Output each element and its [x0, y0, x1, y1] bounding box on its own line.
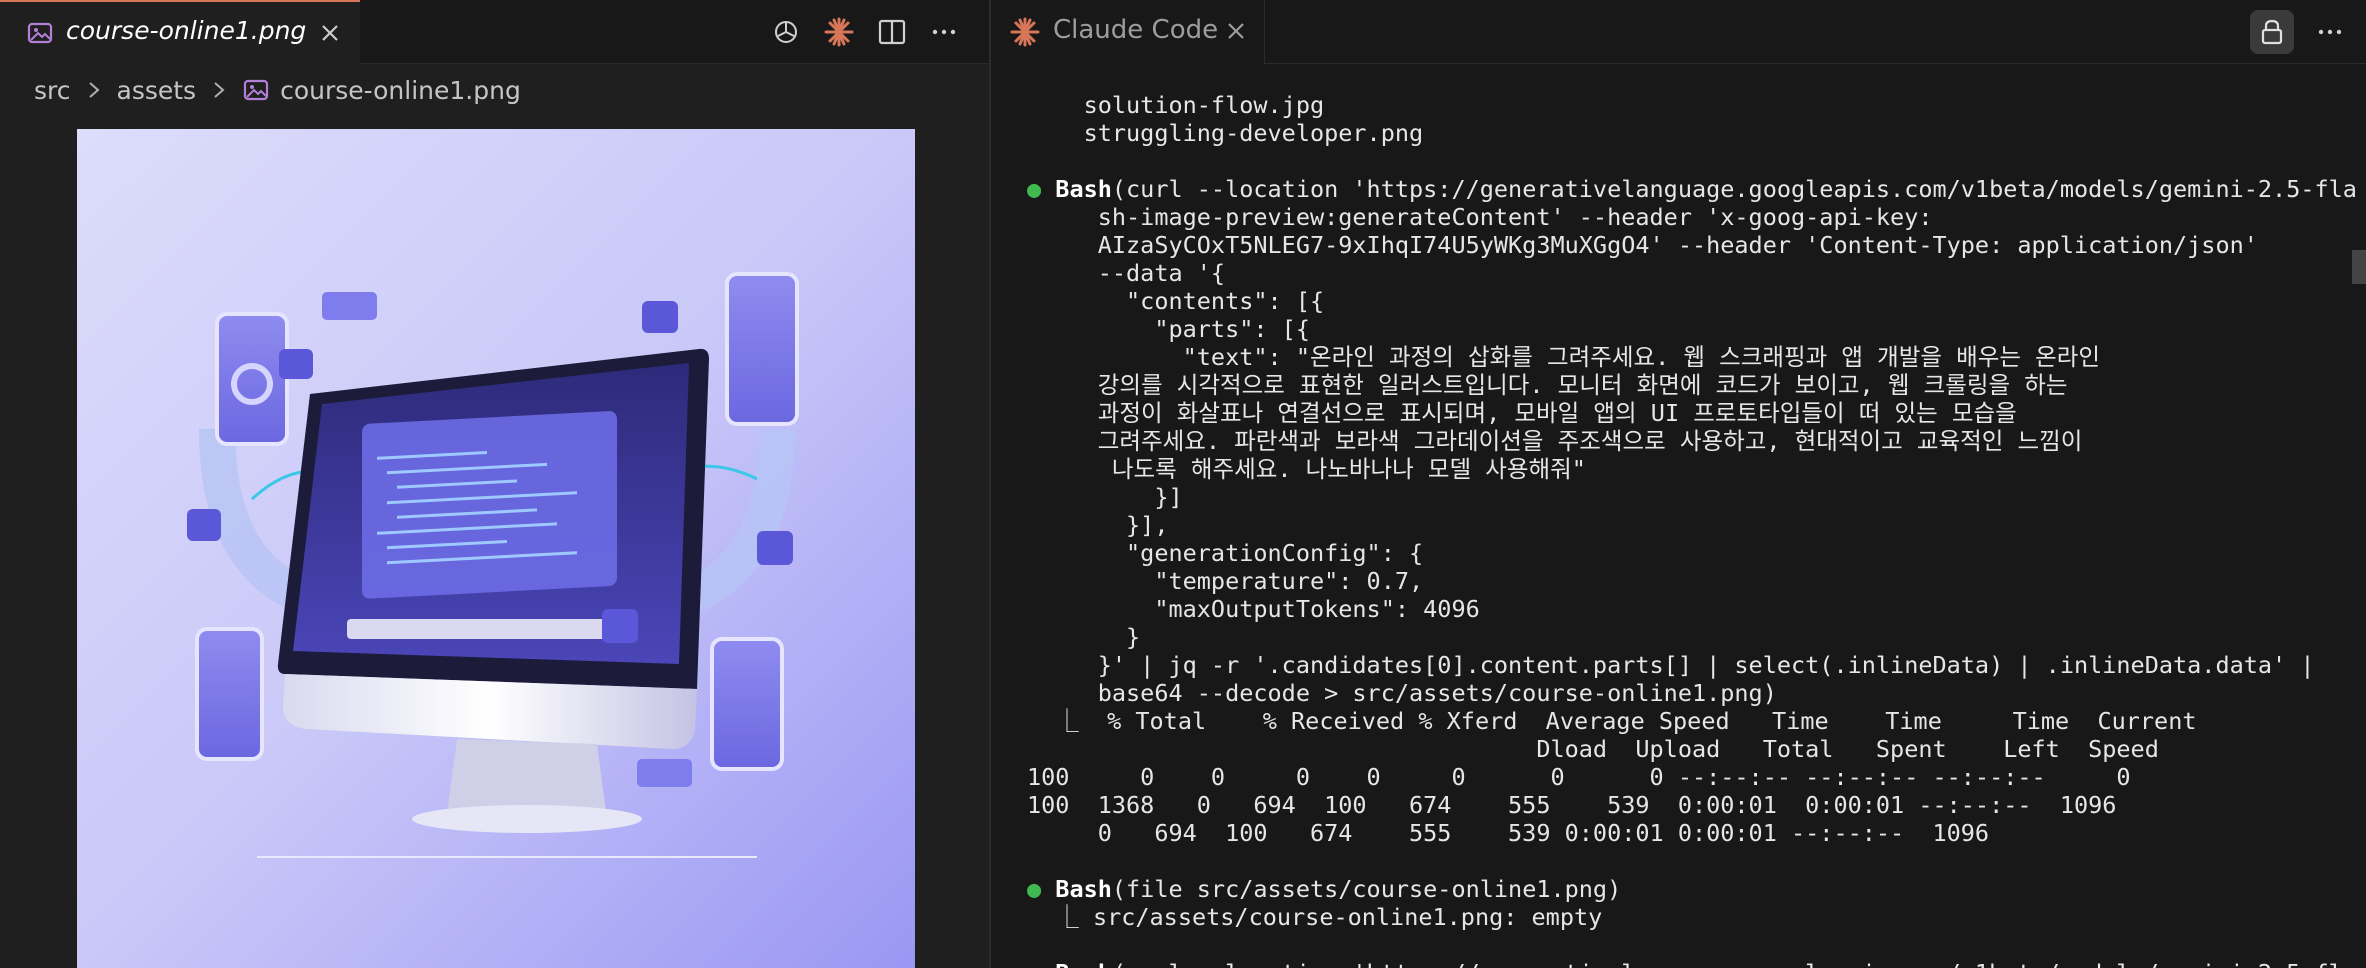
terminal-line-text: }	[1027, 623, 1141, 651]
terminal-output[interactable]: solution-flow.jpg struggling-developer.p…	[991, 64, 2366, 968]
terminal-line: "text": "온라인 과정의 삽화를 그려주세요. 웹 스크래핑과 앱 개발…	[1027, 343, 2100, 371]
image-file-icon	[243, 79, 269, 101]
openai-icon[interactable]	[770, 16, 802, 48]
close-icon[interactable]	[316, 19, 344, 47]
tool-args: (curl --location 'https://generativelang…	[1111, 175, 2357, 203]
chevron-right-icon	[88, 82, 100, 98]
terminal-line: struggling-developer.png	[1027, 119, 1424, 147]
tab-title: course-online1.png	[66, 16, 307, 45]
breadcrumb: src assets course-online1.png	[34, 70, 521, 110]
terminal-line-text: 강의를 시각적으로 표현한 일러스트입니다. 모니터 화면에 코드가 보이고, …	[1027, 371, 2068, 399]
chevron-right-icon	[214, 82, 225, 98]
tool-call-line: ● Bash(file src/assets/course-online1.pn…	[1027, 875, 1621, 903]
terminal-line-text: "contents": [{	[1027, 287, 1325, 315]
terminal-line-text: "generationConfig": {	[1027, 539, 1424, 567]
terminal-line-text: struggling-developer.png	[1027, 119, 1424, 147]
terminal-line: 그려주세요. 파란색과 보라색 그라데이션을 주조색으로 사용하고, 현대적이고…	[1027, 427, 2083, 455]
breadcrumb-src[interactable]: src	[34, 76, 71, 105]
terminal-line: ⎿ src/assets/course-online1.png: empty	[1027, 903, 1602, 931]
lock-icon	[2261, 19, 2283, 45]
terminal-line: "generationConfig": {	[1027, 539, 1423, 567]
breadcrumb-assets[interactable]: assets	[117, 76, 197, 105]
tool-args: (file src/assets/course-online1.png)	[1111, 875, 1622, 903]
tab-claude-code[interactable]: Claude Code	[991, 0, 1265, 64]
terminal-line: 100 1368 0 694 100 674 555 539 0:00:01 0…	[1027, 791, 2116, 819]
right-tab-bar: Claude Code	[991, 0, 2366, 64]
image-preview	[77, 129, 915, 968]
terminal-line-text: solution-flow.jpg	[1027, 91, 1325, 119]
terminal-line-text: 100 1368 0 694 100 674 555 539 0:00:01 0…	[1027, 791, 2117, 819]
status-bullet-icon: ●	[1027, 959, 1055, 968]
status-bullet-icon: ●	[1027, 175, 1056, 203]
terminal-line-text: 과정이 화살표나 연결선으로 표시되며, 모바일 앱의 UI 프로토타입들이 떠…	[1027, 399, 2017, 427]
terminal-line: solution-flow.jpg	[1027, 91, 1325, 119]
tab-course-online1[interactable]: course-online1.png	[0, 0, 360, 64]
terminal-line-text: AIzaSyCOxT5NLEG7-9xIhqI74U5yWKg3MuXGgO4'…	[1027, 231, 2258, 259]
terminal-line: ⎿ % Total % Received % Xferd Average Spe…	[1027, 707, 2197, 735]
terminal-line-text: "parts": [{	[1027, 315, 1310, 343]
claude-spark-icon	[1010, 17, 1040, 47]
terminal-line-text: }' | jq -r '.candidates[0].content.parts…	[1027, 651, 2315, 679]
terminal-line-text: 0 694 100 674 555 539 0:00:01 0:00:01 --…	[1027, 819, 1990, 847]
terminal-line: "parts": [{	[1027, 315, 1310, 343]
terminal-line-text: ⎿ % Total % Received % Xferd Average Spe…	[1027, 707, 2197, 735]
terminal-line-text: 그려주세요. 파란색과 보라색 그라데이션을 주조색으로 사용하고, 현대적이고…	[1027, 427, 2083, 455]
image-editor-pane: course-online1.png src assets course-onl…	[0, 0, 989, 968]
terminal-line: }],	[1027, 511, 1168, 539]
lock-button[interactable]	[2250, 10, 2294, 54]
terminal-line-text: 나도록 해주세요. 나노바나나 모델 사용해줘"	[1027, 455, 1586, 483]
terminal-line: }' | jq -r '.candidates[0].content.parts…	[1027, 651, 2315, 679]
terminal-line: 과정이 화살표나 연결선으로 표시되며, 모바일 앱의 UI 프로토타입들이 떠…	[1027, 399, 2017, 427]
terminal-line: 나도록 해주세요. 나노바나나 모델 사용해줘"	[1027, 455, 1586, 483]
tool-call-line: ● Bash(curl --location 'https://generati…	[1027, 959, 2357, 968]
breadcrumb-file[interactable]: course-online1.png	[280, 76, 521, 105]
terminal-line-text: "temperature": 0.7,	[1027, 567, 1424, 595]
terminal-line-text: sh-image-preview:generateContent' --head…	[1027, 203, 1933, 231]
tool-name: Bash	[1055, 959, 1112, 968]
course-illustration	[77, 129, 915, 968]
terminal-line: "temperature": 0.7,	[1027, 567, 1423, 595]
image-file-icon	[27, 22, 53, 44]
scrollbar-thumb[interactable]	[2352, 250, 2366, 284]
terminal-line-text: base64 --decode > src/assets/course-onli…	[1027, 679, 1777, 707]
tab-title: Claude Code	[1053, 15, 1219, 45]
terminal-line: 강의를 시각적으로 표현한 일러스트입니다. 모니터 화면에 코드가 보이고, …	[1027, 371, 2068, 399]
claude-spark-icon[interactable]	[823, 16, 855, 48]
claude-code-pane: Claude Code solution-flow.jpg struggling…	[991, 0, 2366, 968]
terminal-line: }	[1027, 623, 1140, 651]
terminal-line: }]	[1027, 483, 1183, 511]
terminal-line: sh-image-preview:generateContent' --head…	[1027, 203, 1933, 231]
terminal-line-text: --data '{	[1027, 259, 1226, 287]
terminal-line-text: }]	[1027, 483, 1183, 511]
split-editor-icon[interactable]	[876, 16, 908, 48]
terminal-line-text: "maxOutputTokens": 4096	[1027, 595, 1480, 623]
terminal-line: "maxOutputTokens": 4096	[1027, 595, 1480, 623]
terminal-line: base64 --decode > src/assets/course-onli…	[1027, 679, 1777, 707]
status-bullet-icon: ●	[1027, 875, 1056, 903]
terminal-line-text: "text": "온라인 과정의 삽화를 그려주세요. 웹 스크래핑과 앱 개발…	[1027, 343, 2101, 371]
terminal-line: Dload Upload Total Spent Left Speed	[1027, 735, 2159, 763]
terminal-line-text: 100 0 0 0 0 0 0 0 --:--:-- --:--:-- --:-…	[1027, 763, 2131, 791]
tool-args: (curl --location 'https://generativelang…	[1112, 959, 2357, 968]
tool-call-line: ● Bash(curl --location 'https://generati…	[1027, 175, 2357, 203]
terminal-line: 100 0 0 0 0 0 0 0 --:--:-- --:--:-- --:-…	[1027, 763, 2131, 791]
terminal-line: 0 694 100 674 555 539 0:00:01 0:00:01 --…	[1027, 819, 1989, 847]
terminal-line-text: Dload Upload Total Spent Left Speed	[1027, 735, 2159, 763]
terminal-line: "contents": [{	[1027, 287, 1324, 315]
more-actions-icon[interactable]	[928, 16, 960, 48]
more-actions-icon[interactable]	[2314, 16, 2346, 48]
close-icon[interactable]	[1223, 18, 1249, 44]
terminal-line-text: }],	[1027, 511, 1169, 539]
terminal-line: AIzaSyCOxT5NLEG7-9xIhqI74U5yWKg3MuXGgO4'…	[1027, 231, 2258, 259]
editor-tab-bar: course-online1.png	[0, 0, 989, 64]
terminal-line-text: ⎿ src/assets/course-online1.png: empty	[1027, 903, 1603, 931]
terminal-line: --data '{	[1027, 259, 1225, 287]
tool-name: Bash	[1055, 875, 1112, 903]
tool-name: Bash	[1055, 175, 1112, 203]
